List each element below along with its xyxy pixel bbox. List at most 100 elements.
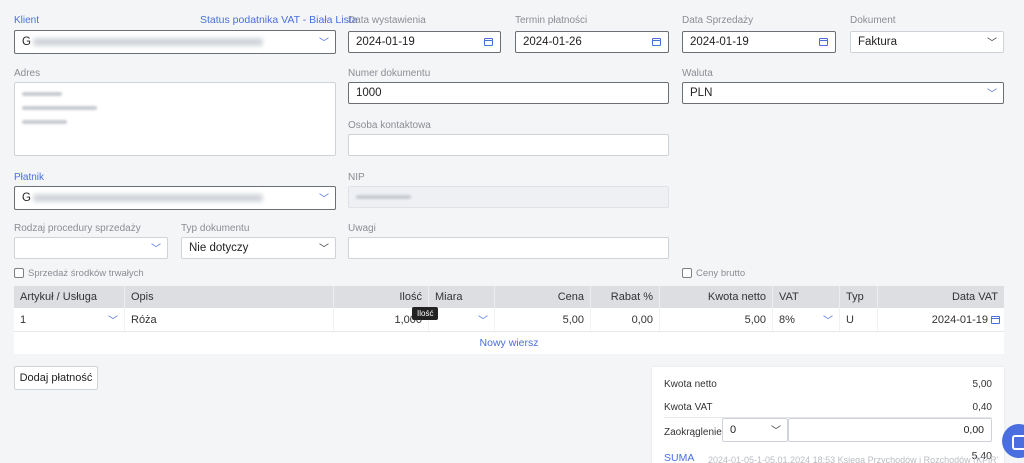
cell-opis[interactable]: Róża: [125, 308, 334, 331]
summary-kwota-vat-row: Kwota VAT 0,40: [664, 400, 992, 414]
calendar-icon[interactable]: [819, 38, 828, 46]
termin-platnosci-value: 2024-01-26: [523, 36, 582, 48]
summary-kwota-netto-row: Kwota netto 5,00: [664, 377, 992, 391]
summary-zaokraglenie-label: Zaokrąglenie: [664, 426, 722, 438]
termin-platnosci-input[interactable]: 2024-01-26: [515, 31, 669, 53]
header-kwota-netto[interactable]: Kwota netto: [660, 286, 773, 308]
klient-value-blurred: [32, 38, 263, 46]
rodzaj-procedury-label: Rodzaj procedury sprzedaży: [14, 223, 141, 234]
sprzedaz-srodkow-label: Sprzedaż środków trwałych: [28, 268, 144, 279]
numer-dokumentu-input[interactable]: 1000: [348, 82, 669, 104]
cell-artykul-value: 1: [20, 313, 27, 326]
status-vat-link[interactable]: Status podatnika VAT - Biała Lista: [200, 14, 358, 26]
uwagi-input[interactable]: [348, 237, 669, 259]
chevron-down-icon: ﹀: [319, 193, 329, 205]
osoba-kontaktowa-input[interactable]: [348, 134, 669, 156]
add-payment-button[interactable]: Dodaj płatność: [14, 366, 98, 390]
waluta-label: Waluta: [682, 68, 713, 79]
header-miara[interactable]: Miara: [429, 286, 495, 308]
adres-textarea[interactable]: [14, 82, 336, 156]
platnik-value-blurred: [32, 194, 263, 202]
adres-line-blurred: [22, 106, 97, 110]
header-rabat[interactable]: Rabat %: [591, 286, 660, 308]
dokument-value: Faktura: [858, 36, 897, 48]
klient-value-start: G: [22, 36, 31, 48]
numer-dokumentu-value: 1000: [356, 87, 382, 99]
new-row-bar[interactable]: Nowy wiersz: [14, 332, 1004, 354]
cell-data-vat[interactable]: 2024-01-19: [878, 308, 1004, 331]
data-wystawienia-label: Data wystawienia: [348, 15, 426, 26]
chevron-down-icon: ﹀: [151, 243, 161, 255]
cell-vat[interactable]: 8% ﹀: [773, 308, 840, 331]
header-cena[interactable]: Cena: [495, 286, 591, 308]
adres-line-blurred: [22, 92, 62, 96]
dokument-select[interactable]: Faktura ﹀: [850, 31, 1004, 53]
header-vat[interactable]: VAT: [773, 286, 840, 308]
platnik-label: Płatnik: [14, 172, 45, 183]
cell-kwota-netto[interactable]: 5,00: [660, 308, 773, 331]
cell-rabat[interactable]: 0,00: [591, 308, 660, 331]
waluta-value: PLN: [690, 87, 713, 99]
klient-label: Klient: [14, 15, 40, 26]
chevron-down-icon: ﹀: [108, 315, 118, 327]
summary-suma-label: SUMA: [664, 452, 695, 463]
zaokraglenie-select-value: 0: [730, 424, 737, 436]
summary-kwota-netto-label: Kwota netto: [664, 378, 717, 390]
chevron-down-icon: ﹀: [771, 425, 781, 437]
calendar-icon[interactable]: [652, 38, 661, 46]
typ-dokumentu-label: Typ dokumentu: [181, 223, 250, 234]
summary-kwota-netto-value: 5,00: [972, 378, 992, 390]
chevron-down-icon: ﹀: [823, 315, 833, 327]
uwagi-label: Uwagi: [348, 223, 376, 234]
platnik-select[interactable]: G ﹀: [14, 186, 336, 210]
chevron-down-icon: ﹀: [478, 315, 488, 327]
platnik-value-start: G: [22, 192, 31, 204]
cell-artykul[interactable]: 1 ﹀: [14, 308, 125, 331]
termin-platnosci-label: Termin płatności: [515, 15, 588, 26]
sprzedaz-srodkow-checkbox[interactable]: [14, 268, 24, 278]
dokument-label: Dokument: [850, 15, 896, 26]
ceny-brutto-checkbox[interactable]: [682, 268, 692, 278]
nip-input[interactable]: [348, 186, 669, 208]
klient-select[interactable]: G ﹀: [14, 30, 336, 54]
adres-label: Adres: [14, 68, 41, 79]
data-sprzedazy-value: 2024-01-19: [690, 36, 749, 48]
cell-miara[interactable]: ﹀: [429, 308, 495, 331]
header-artykul[interactable]: Artykuł / Usługa: [14, 286, 125, 308]
zaokraglenie-value-input[interactable]: 0,00: [788, 418, 992, 442]
typ-dokumentu-select[interactable]: Nie dotyczy ﹀: [181, 237, 336, 259]
chevron-down-icon: ﹀: [319, 37, 329, 49]
summary-panel: Kwota netto 5,00 Kwota VAT 0,40 Zaokrągl…: [652, 367, 1004, 463]
data-wystawienia-input[interactable]: 2024-01-19: [348, 31, 501, 53]
osoba-kontaktowa-label: Osoba kontaktowa: [348, 120, 431, 131]
new-row-link[interactable]: Nowy wiersz: [480, 337, 539, 349]
header-typ[interactable]: Typ: [840, 286, 878, 308]
chevron-down-icon: ﹀: [987, 37, 997, 49]
summary-kwota-vat-label: Kwota VAT: [664, 401, 713, 413]
data-sprzedazy-input[interactable]: 2024-01-19: [682, 31, 836, 53]
zaokraglenie-value: 0,00: [963, 424, 984, 436]
ilosc-tooltip: Ilość: [412, 307, 439, 320]
items-table-header: Artykuł / Usługa Opis Ilość Miara Cena R…: [14, 286, 1004, 308]
cell-data-vat-value: 2024-01-19: [931, 313, 988, 326]
numer-dokumentu-label: Numer dokumentu: [348, 68, 431, 79]
header-opis[interactable]: Opis: [125, 286, 334, 308]
adres-line-blurred: [22, 120, 67, 124]
waluta-select[interactable]: PLN ﹀: [682, 82, 1004, 104]
ceny-brutto-label: Ceny brutto: [696, 268, 746, 279]
chevron-down-icon: ﹀: [987, 88, 997, 100]
summary-kwota-vat-value: 0,40: [972, 401, 992, 413]
data-wystawienia-value: 2024-01-19: [356, 36, 415, 48]
chat-icon[interactable]: [1002, 424, 1024, 458]
cell-cena[interactable]: 5,00: [495, 308, 591, 331]
data-sprzedazy-label: Data Sprzedaży: [682, 15, 754, 26]
calendar-icon[interactable]: [991, 315, 1000, 324]
header-ilosc[interactable]: Ilość: [334, 286, 429, 308]
zaokraglenie-select[interactable]: 0 ﹀: [722, 418, 788, 442]
calendar-icon[interactable]: [484, 38, 493, 46]
nip-value-blurred: [356, 195, 411, 199]
header-data-vat[interactable]: Data VAT: [878, 286, 1004, 308]
table-row[interactable]: 1 ﹀ Róża 1,000 ﹀ 5,00 0,00 5,00 8% ﹀ U 2…: [14, 308, 1004, 332]
cell-typ[interactable]: U: [840, 308, 878, 331]
rodzaj-procedury-select[interactable]: ﹀: [14, 237, 168, 259]
